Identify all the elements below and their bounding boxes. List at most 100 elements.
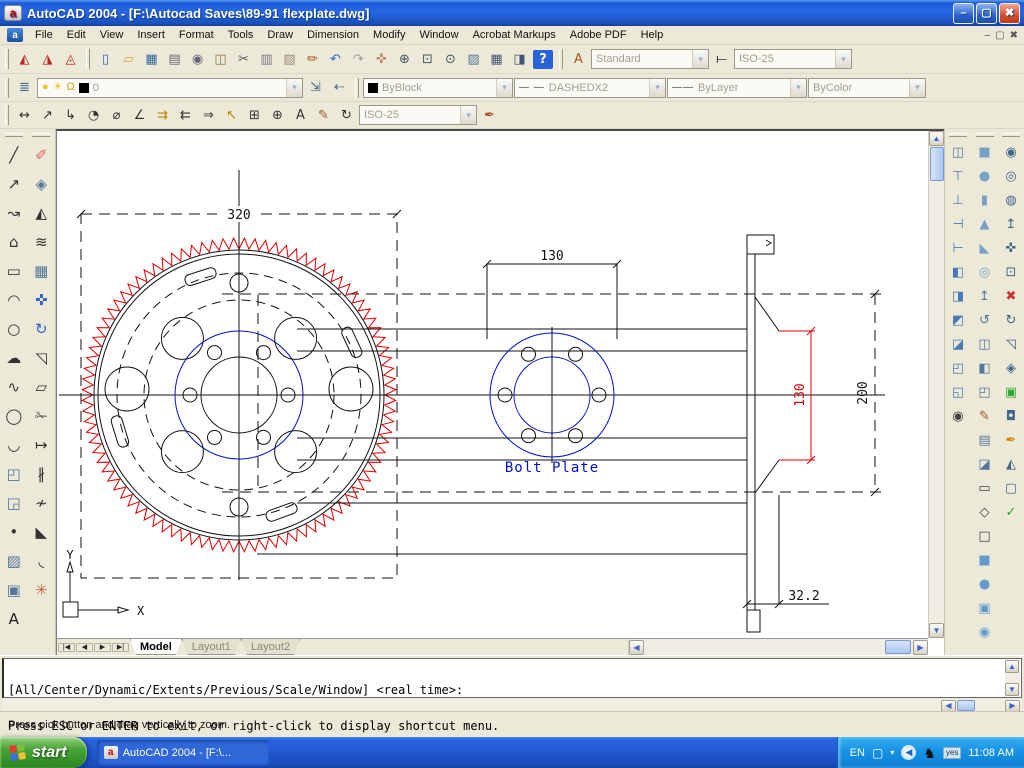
multiline-text-button[interactable]: A	[1, 604, 26, 633]
array-button[interactable]: ▦	[29, 256, 54, 285]
color-faces-button[interactable]: ▣	[999, 380, 1023, 404]
2d-wireframe-button[interactable]: ▭	[973, 476, 997, 500]
separate-button[interactable]: ◭	[999, 452, 1023, 476]
chevron-down-icon[interactable]: ▾	[790, 79, 806, 97]
text-style-icon[interactable]: A	[567, 48, 590, 70]
polyline-button[interactable]: ↝	[1, 198, 26, 227]
designcenter-button[interactable]: ▦	[485, 48, 508, 70]
toolbar-grip[interactable]	[5, 133, 23, 137]
print-preview-button[interactable]: ◉	[186, 48, 209, 70]
menu-insert[interactable]: Insert	[130, 27, 172, 43]
camera-button[interactable]: ◉	[946, 404, 970, 428]
toolbar-grip[interactable]	[355, 78, 359, 98]
shell-button[interactable]: ▢	[999, 476, 1023, 500]
menu-acrobat-markups[interactable]: Acrobat Markups	[466, 27, 563, 43]
rotate-button[interactable]: ↻	[29, 314, 54, 343]
trim-button[interactable]: ✁	[29, 401, 54, 430]
sw-isometric-button[interactable]: ◩	[946, 308, 970, 332]
open-button[interactable]: ▱	[117, 48, 140, 70]
intersect-button[interactable]: ◍	[999, 188, 1023, 212]
menu-adobe-pdf[interactable]: Adobe PDF	[563, 27, 634, 43]
scroll-down-icon[interactable]: ▼	[929, 623, 944, 638]
clean-button[interactable]: ✒	[999, 428, 1023, 452]
interfere-button[interactable]: ◰	[973, 380, 997, 404]
tab-scroll-button[interactable]: ▶|	[112, 643, 129, 652]
wedge-button[interactable]: ◣	[973, 236, 997, 260]
slice-button[interactable]: ◫	[973, 332, 997, 356]
fillet-button[interactable]: ◟	[29, 546, 54, 575]
color-combo[interactable]: ByBlock ▾	[363, 78, 513, 98]
text-style-combo[interactable]: Standard ▾	[591, 49, 709, 69]
view-front-button[interactable]: ◧	[946, 260, 970, 284]
redo-button[interactable]: ↷	[347, 48, 370, 70]
toolbar-grip[interactable]	[5, 78, 9, 98]
menu-dimension[interactable]: Dimension	[300, 27, 366, 43]
dim-baseline-button[interactable]: ⇇	[174, 104, 197, 126]
zoom-realtime-button[interactable]: ⊕	[393, 48, 416, 70]
tab-model[interactable]: Model	[130, 639, 182, 655]
view-right-button[interactable]: ⊢	[946, 236, 970, 260]
layer-previous-icon[interactable]: ⇠	[328, 77, 351, 99]
sphere-button[interactable]: ●	[973, 164, 997, 188]
dim-style-combo[interactable]: ISO-25 ▾	[734, 49, 852, 69]
linetype-combo[interactable]: — — DASHEDX2 ▾	[514, 78, 666, 98]
cut-button[interactable]: ✂	[232, 48, 255, 70]
menu-file[interactable]: File	[28, 27, 60, 43]
quick-dimension-button[interactable]: ⇉	[151, 104, 174, 126]
ellipse-arc-button[interactable]: ◡	[1, 430, 26, 459]
scroll-right-icon[interactable]: ▶	[913, 640, 928, 655]
convert-and-review-pdf-button[interactable]: ◬	[59, 48, 82, 70]
setup-view-button[interactable]: ▤	[973, 428, 997, 452]
copy-faces-button[interactable]: ◈	[999, 356, 1023, 380]
tab-layout1[interactable]: Layout1	[182, 639, 241, 655]
tool-palettes-button[interactable]: ◨	[508, 48, 531, 70]
restore-button[interactable]: ▢	[976, 3, 997, 24]
extrude-button[interactable]: ↥	[973, 284, 997, 308]
extrude-faces-button[interactable]: ↥	[999, 212, 1023, 236]
toolbar-grip[interactable]	[5, 105, 9, 125]
chevron-down-icon[interactable]: ▾	[835, 50, 851, 68]
subtract-button[interactable]: ◎	[999, 164, 1023, 188]
view-left-button[interactable]: ⊣	[946, 212, 970, 236]
move-button[interactable]: ✜	[29, 285, 54, 314]
circle-button[interactable]: ○	[1, 314, 26, 343]
undo-button[interactable]: ↶	[324, 48, 347, 70]
imprint-button[interactable]: ◘	[999, 404, 1023, 428]
view-top-button[interactable]: ⊤	[946, 164, 970, 188]
dimension-style-combo[interactable]: ISO-25 ▾	[359, 105, 477, 125]
canvas-horizontal-scrollbar[interactable]: ◀ ▶	[628, 639, 928, 655]
zoom-window-button[interactable]: ⊡	[416, 48, 439, 70]
setup-profile-button[interactable]: ◪	[973, 452, 997, 476]
doc-close-icon[interactable]: ✖	[1010, 30, 1018, 41]
tab-layout2[interactable]: Layout2	[241, 639, 300, 655]
properties-button[interactable]: ▨	[462, 48, 485, 70]
arc-button[interactable]: ◠	[1, 285, 26, 314]
extend-button[interactable]: ↦	[29, 430, 54, 459]
tolerance-button[interactable]: ⊞	[243, 104, 266, 126]
doc-restore-icon[interactable]: ▢	[995, 30, 1004, 41]
dim-update-button[interactable]: ↻	[335, 104, 358, 126]
delete-faces-button[interactable]: ✖	[999, 284, 1023, 308]
hatch-button[interactable]: ▨	[1, 546, 26, 575]
flat-shaded-button[interactable]: ■	[973, 548, 997, 572]
polygon-button[interactable]: ⌂	[1, 227, 26, 256]
layer-combo[interactable]: ● ☀ Ω 0 ▾	[37, 78, 303, 98]
layer-color-swatch[interactable]	[79, 83, 89, 93]
toolbar-grip[interactable]	[976, 133, 994, 137]
lineweight-combo[interactable]: —— ByLayer ▾	[667, 78, 807, 98]
menu-view[interactable]: View	[93, 27, 131, 43]
copy-object-button[interactable]: ◈	[29, 169, 54, 198]
box-button[interactable]: ■	[973, 140, 997, 164]
3d-wireframe-button[interactable]: ◇	[973, 500, 997, 524]
toolbar-grip[interactable]	[559, 49, 563, 69]
rotate-faces-button[interactable]: ↻	[999, 308, 1023, 332]
offset-button[interactable]: ≋	[29, 227, 54, 256]
move-faces-button[interactable]: ✜	[999, 236, 1023, 260]
ne-isometric-button[interactable]: ◰	[946, 356, 970, 380]
break-button[interactable]: ≁	[29, 488, 54, 517]
menu-format[interactable]: Format	[172, 27, 221, 43]
erase-button[interactable]: ✐	[29, 140, 54, 169]
cylinder-button[interactable]: ▮	[973, 188, 997, 212]
menu-tools[interactable]: Tools	[221, 27, 261, 43]
view-back-button[interactable]: ◨	[946, 284, 970, 308]
